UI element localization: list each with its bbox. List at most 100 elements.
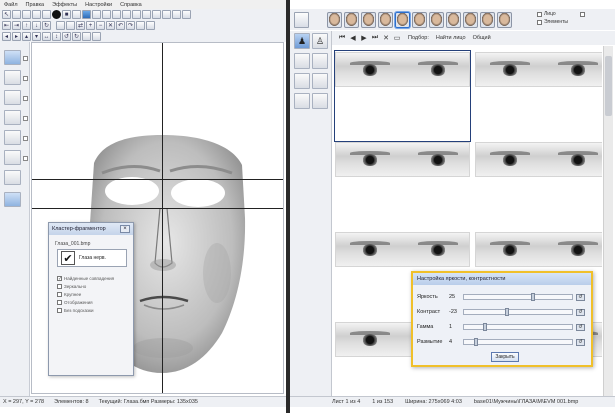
option-checkbox[interactable] <box>580 12 585 17</box>
hair-category-icon[interactable] <box>294 53 310 69</box>
person-category-icon[interactable]: ♟ <box>294 33 310 49</box>
beard-category-icon[interactable] <box>312 73 328 89</box>
group-icon[interactable] <box>146 21 155 30</box>
brightness-slider[interactable] <box>463 293 573 301</box>
face-preset-thumb[interactable] <box>480 11 495 28</box>
next-page-icon[interactable]: ▶ <box>360 34 368 42</box>
rotate-left-icon[interactable]: ↺ <box>62 32 71 41</box>
option-mirror[interactable]: Зеркально <box>57 283 131 290</box>
face-category-icon[interactable] <box>294 73 310 89</box>
chin-tool-icon[interactable] <box>4 170 21 185</box>
pointer-tool-icon[interactable]: ↖ <box>2 10 11 19</box>
find-face-label[interactable]: Найти лицо <box>436 35 466 41</box>
arrow-right-icon[interactable]: ⇥ <box>12 21 21 30</box>
brush-icon[interactable] <box>72 10 81 19</box>
face-preset-thumb[interactable] <box>344 11 359 28</box>
distribute-icon[interactable] <box>66 21 75 30</box>
vertical-guide-line[interactable] <box>162 43 163 393</box>
marker-icon[interactable] <box>42 10 51 19</box>
eye-thumbnail[interactable] <box>475 232 602 267</box>
eyebrow-tool-icon[interactable] <box>4 90 21 105</box>
layer-visibility-checkbox[interactable] <box>23 56 28 61</box>
elements-checkbox[interactable] <box>537 20 542 25</box>
menu-settings[interactable]: Настройки <box>85 2 112 8</box>
stretch-h-icon[interactable]: ↔ <box>42 32 51 41</box>
nose-category-icon[interactable] <box>312 93 328 109</box>
move-up-icon[interactable]: ▴ <box>22 32 31 41</box>
last-page-icon[interactable]: ⏭ <box>371 34 379 42</box>
body-category-icon[interactable]: ♙ <box>312 33 328 49</box>
grid-icon[interactable] <box>142 10 151 19</box>
move-down-icon[interactable]: ▾ <box>32 32 41 41</box>
delete-icon[interactable]: ✕ <box>106 21 115 30</box>
undo-icon[interactable]: ↶ <box>116 21 125 30</box>
eye-tool-icon[interactable] <box>4 110 21 125</box>
lock-icon[interactable] <box>92 32 101 41</box>
head-category-icon[interactable] <box>312 53 328 69</box>
slider-thumb[interactable] <box>505 308 510 316</box>
stretch-v-icon[interactable]: ↕ <box>52 32 61 41</box>
option-matches[interactable]: ✓ Найденные совпадения <box>57 275 131 282</box>
flip-icon[interactable]: ⇄ <box>76 21 85 30</box>
eye-thumbnail[interactable] <box>335 142 470 177</box>
layer-visibility-checkbox[interactable] <box>23 156 28 161</box>
layer-visibility-checkbox[interactable] <box>23 116 28 121</box>
prev-page-icon[interactable]: ◀ <box>349 34 357 42</box>
element-preview[interactable]: ✔ Глаза нерв. <box>57 249 127 267</box>
face-preset-thumb[interactable] <box>361 11 376 28</box>
arrow-left-icon[interactable]: ⇤ <box>2 21 11 30</box>
face-preset-thumb[interactable] <box>378 11 393 28</box>
face-preset-thumb[interactable] <box>463 11 478 28</box>
face-preset-thumb[interactable] <box>327 11 342 28</box>
close-button[interactable]: Закрыть <box>491 352 519 362</box>
layer-icon[interactable] <box>92 10 101 19</box>
mirror-icon[interactable] <box>136 21 145 30</box>
face-preset-thumb[interactable] <box>395 11 410 28</box>
menu-edit[interactable]: Правка <box>26 2 45 8</box>
grid-view-icon[interactable] <box>294 11 309 28</box>
square-icon[interactable]: ■ <box>62 10 71 19</box>
slider-thumb[interactable] <box>483 323 488 331</box>
reset-icon[interactable]: ↺ <box>576 308 585 316</box>
arrow-up-icon[interactable]: ↑ <box>22 21 31 30</box>
eye-thumbnail[interactable] <box>475 142 602 177</box>
rotate-right-icon[interactable]: ↻ <box>72 32 81 41</box>
menu-help[interactable]: Справка <box>120 2 142 8</box>
close-icon[interactable]: ✕ <box>382 34 390 42</box>
gamma-slider[interactable] <box>463 323 573 331</box>
dialog-titlebar[interactable]: Кластер-фрагментор × <box>49 223 133 235</box>
fit-icon[interactable] <box>82 32 91 41</box>
zoom-icon[interactable] <box>152 10 161 19</box>
rotate-icon[interactable]: ↻ <box>42 21 51 30</box>
head-tool-icon[interactable] <box>4 70 21 85</box>
redo-icon[interactable]: ↷ <box>126 21 135 30</box>
scale-down-icon[interactable]: − <box>96 21 105 30</box>
layer-visibility-checkbox[interactable] <box>23 96 28 101</box>
slider-thumb[interactable] <box>530 293 535 301</box>
face-checkbox[interactable] <box>537 12 542 17</box>
new-file-icon[interactable] <box>12 10 21 19</box>
menu-file[interactable]: Файл <box>4 2 18 8</box>
horizontal-guide-line[interactable] <box>32 179 283 180</box>
face-preset-thumb[interactable] <box>429 11 444 28</box>
scrollbar-thumb[interactable] <box>605 56 612 116</box>
close-icon[interactable]: × <box>120 225 130 233</box>
option-no-hint[interactable]: Без подсказки <box>57 307 131 314</box>
ear-tool-icon[interactable] <box>4 192 21 207</box>
color-icon[interactable] <box>182 10 191 19</box>
move-left-icon[interactable]: ◂ <box>2 32 11 41</box>
gamma-value[interactable]: 1 <box>449 324 463 330</box>
contrast-slider[interactable] <box>463 308 573 316</box>
reset-icon[interactable]: ↺ <box>576 293 585 301</box>
ear-category-icon[interactable] <box>294 93 310 109</box>
tool-icon[interactable] <box>32 10 41 19</box>
reset-icon[interactable]: ↺ <box>576 323 585 331</box>
layer-visibility-checkbox[interactable] <box>23 136 28 141</box>
face-preset-thumb[interactable] <box>446 11 461 28</box>
check-icon[interactable] <box>172 10 181 19</box>
paste-icon[interactable] <box>132 10 141 19</box>
move-right-icon[interactable]: ▸ <box>12 32 21 41</box>
face-preset-thumb[interactable] <box>497 11 512 28</box>
arrow-down-icon[interactable]: ↓ <box>32 21 41 30</box>
eye-thumbnail[interactable] <box>335 232 470 267</box>
